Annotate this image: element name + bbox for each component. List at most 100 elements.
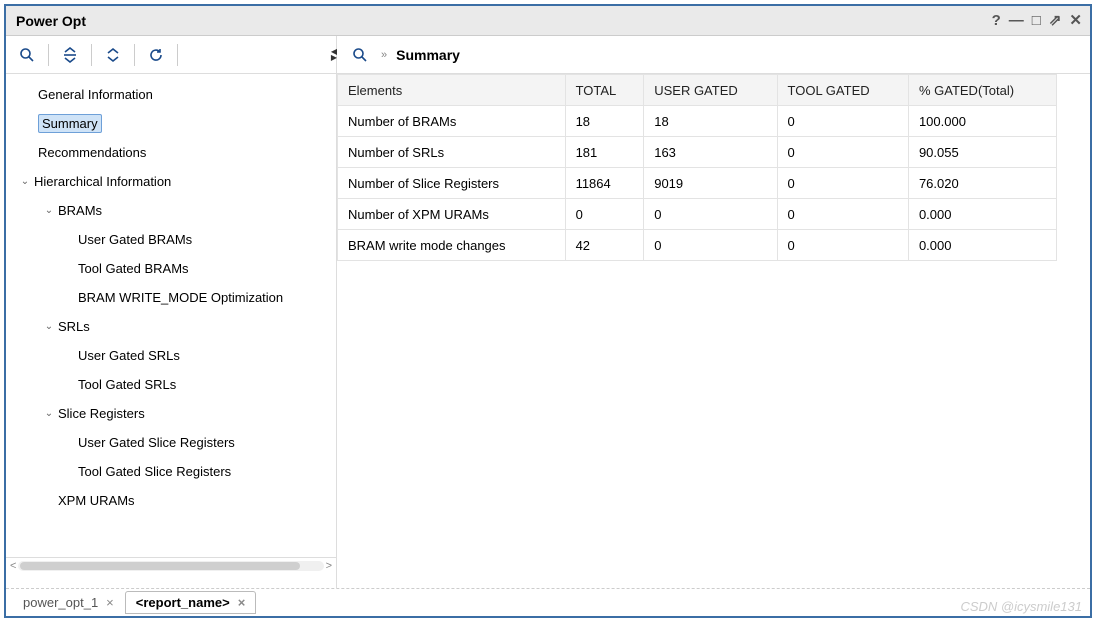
close-icon[interactable]: ✕ — [1069, 13, 1082, 28]
search-icon[interactable] — [14, 42, 40, 68]
chevron-down-icon[interactable]: ⌄ — [42, 321, 56, 332]
tree-item-srls[interactable]: ⌄ SRLs — [6, 312, 336, 341]
cell-user: 18 — [644, 106, 777, 137]
titlebar: Power Opt ? — □ ⇗ ✕ — [6, 6, 1090, 36]
scroll-track[interactable] — [18, 561, 323, 571]
tree-label: Tool Gated SRLs — [78, 377, 176, 392]
tree-label: XPM URAMs — [58, 493, 135, 508]
tree-item-general-info[interactable]: General Information — [6, 80, 336, 109]
scroll-left-icon[interactable]: < — [8, 560, 18, 572]
tab-label: power_opt_1 — [23, 595, 98, 610]
window-title: Power Opt — [16, 13, 992, 29]
close-icon[interactable]: × — [106, 595, 114, 610]
cell-elements: Number of SRLs — [338, 137, 566, 168]
sidebar: ◀▶ General Information Summary Recommend… — [6, 36, 336, 588]
maximize-icon[interactable]: □ — [1032, 13, 1041, 28]
content-toolbar: » Summary — [337, 36, 1090, 74]
table-row[interactable]: Number of XPM URAMs 0 0 0 0.000 — [338, 199, 1057, 230]
tree-label: User Gated BRAMs — [78, 232, 192, 247]
tree-item-summary[interactable]: Summary — [6, 109, 336, 138]
table-header-row: Elements TOTAL USER GATED TOOL GATED % G… — [338, 75, 1057, 106]
tree-item-brams-tool[interactable]: Tool Gated BRAMs — [6, 254, 336, 283]
breadcrumb-chevron-icon: » — [381, 49, 384, 61]
expand-all-icon[interactable] — [100, 42, 126, 68]
minimize-icon[interactable]: — — [1009, 13, 1024, 28]
power-opt-window: Power Opt ? — □ ⇗ ✕ — [4, 4, 1092, 618]
tab-power-opt-1[interactable]: power_opt_1 × — [12, 591, 125, 614]
tree-label: User Gated Slice Registers — [78, 435, 235, 450]
col-elements[interactable]: Elements — [338, 75, 566, 106]
cell-total: 11864 — [565, 168, 644, 199]
restore-icon[interactable]: ⇗ — [1049, 13, 1062, 28]
cell-tool: 0 — [777, 168, 908, 199]
toolbar-separator — [48, 44, 49, 66]
cell-tool: 0 — [777, 199, 908, 230]
cell-user: 9019 — [644, 168, 777, 199]
close-icon[interactable]: × — [238, 595, 246, 610]
tree-label: Slice Registers — [58, 406, 145, 421]
sidebar-toolbar: ◀▶ — [6, 36, 336, 74]
tree-label: BRAMs — [58, 203, 102, 218]
tree-item-recommendations[interactable]: Recommendations — [6, 138, 336, 167]
cell-total: 18 — [565, 106, 644, 137]
tree-item-sliceregs[interactable]: ⌄ Slice Registers — [6, 399, 336, 428]
table-row[interactable]: BRAM write mode changes 42 0 0 0.000 — [338, 230, 1057, 261]
chevron-down-icon[interactable]: ⌄ — [42, 205, 56, 216]
tree-item-brams-wm[interactable]: BRAM WRITE_MODE Optimization — [6, 283, 336, 312]
summary-table: Elements TOTAL USER GATED TOOL GATED % G… — [337, 74, 1057, 261]
tree-label: SRLs — [58, 319, 90, 334]
tree-item-xpm-urams[interactable]: XPM URAMs — [6, 486, 336, 515]
collapse-all-icon[interactable] — [57, 42, 83, 68]
tree-label: Tool Gated Slice Registers — [78, 464, 231, 479]
col-user-gated[interactable]: USER GATED — [644, 75, 777, 106]
cell-pct: 100.000 — [908, 106, 1056, 137]
tree-label: BRAM WRITE_MODE Optimization — [78, 290, 283, 305]
cell-user: 163 — [644, 137, 777, 168]
refresh-icon[interactable] — [143, 42, 169, 68]
table-row[interactable]: Number of Slice Registers 11864 9019 0 7… — [338, 168, 1057, 199]
cell-pct: 0.000 — [908, 230, 1056, 261]
table-row[interactable]: Number of SRLs 181 163 0 90.055 — [338, 137, 1057, 168]
help-icon[interactable]: ? — [992, 13, 1001, 28]
chevron-down-icon[interactable]: ⌄ — [42, 408, 56, 419]
tree-scroll: General Information Summary Recommendati… — [6, 80, 336, 557]
cell-total: 42 — [565, 230, 644, 261]
cell-user: 0 — [644, 230, 777, 261]
tree-label: Hierarchical Information — [34, 174, 171, 189]
content: » Summary Elements TOTAL USER GATED TOOL… — [336, 36, 1090, 588]
tree-item-srls-tool[interactable]: Tool Gated SRLs — [6, 370, 336, 399]
cell-tool: 0 — [777, 106, 908, 137]
col-total[interactable]: TOTAL — [565, 75, 644, 106]
tree-item-sliceregs-tool[interactable]: Tool Gated Slice Registers — [6, 457, 336, 486]
table-wrap: Elements TOTAL USER GATED TOOL GATED % G… — [337, 74, 1090, 588]
tabstrip: power_opt_1 × <report_name> × CSDN @icys… — [6, 588, 1090, 616]
cell-pct: 0.000 — [908, 199, 1056, 230]
tree-label: Summary — [38, 114, 102, 133]
search-icon[interactable] — [347, 42, 373, 68]
tree-item-brams[interactable]: ⌄ BRAMs — [6, 196, 336, 225]
scroll-thumb[interactable] — [20, 562, 300, 570]
toolbar-separator — [91, 44, 92, 66]
h-scrollbar[interactable]: < > — [6, 557, 336, 573]
tree-label: User Gated SRLs — [78, 348, 180, 363]
cell-elements: BRAM write mode changes — [338, 230, 566, 261]
tree-item-brams-user[interactable]: User Gated BRAMs — [6, 225, 336, 254]
cell-elements: Number of Slice Registers — [338, 168, 566, 199]
tree-label: General Information — [38, 87, 153, 102]
table-body: Number of BRAMs 18 18 0 100.000 Number o… — [338, 106, 1057, 261]
content-heading: Summary — [396, 47, 460, 63]
cell-tool: 0 — [777, 137, 908, 168]
splitter-handle[interactable]: ◀▶ — [331, 49, 337, 61]
tab-report-name[interactable]: <report_name> × — [125, 591, 257, 614]
tree-item-srls-user[interactable]: User Gated SRLs — [6, 341, 336, 370]
body: ◀▶ General Information Summary Recommend… — [6, 36, 1090, 588]
col-pct-gated[interactable]: % GATED(Total) — [908, 75, 1056, 106]
col-tool-gated[interactable]: TOOL GATED — [777, 75, 908, 106]
cell-elements: Number of XPM URAMs — [338, 199, 566, 230]
scroll-right-icon[interactable]: > — [324, 560, 334, 572]
chevron-down-icon[interactable]: ⌄ — [18, 176, 32, 187]
tree-item-hierarchical[interactable]: ⌄ Hierarchical Information — [6, 167, 336, 196]
table-row[interactable]: Number of BRAMs 18 18 0 100.000 — [338, 106, 1057, 137]
tree-item-sliceregs-user[interactable]: User Gated Slice Registers — [6, 428, 336, 457]
tab-label: <report_name> — [136, 595, 230, 610]
